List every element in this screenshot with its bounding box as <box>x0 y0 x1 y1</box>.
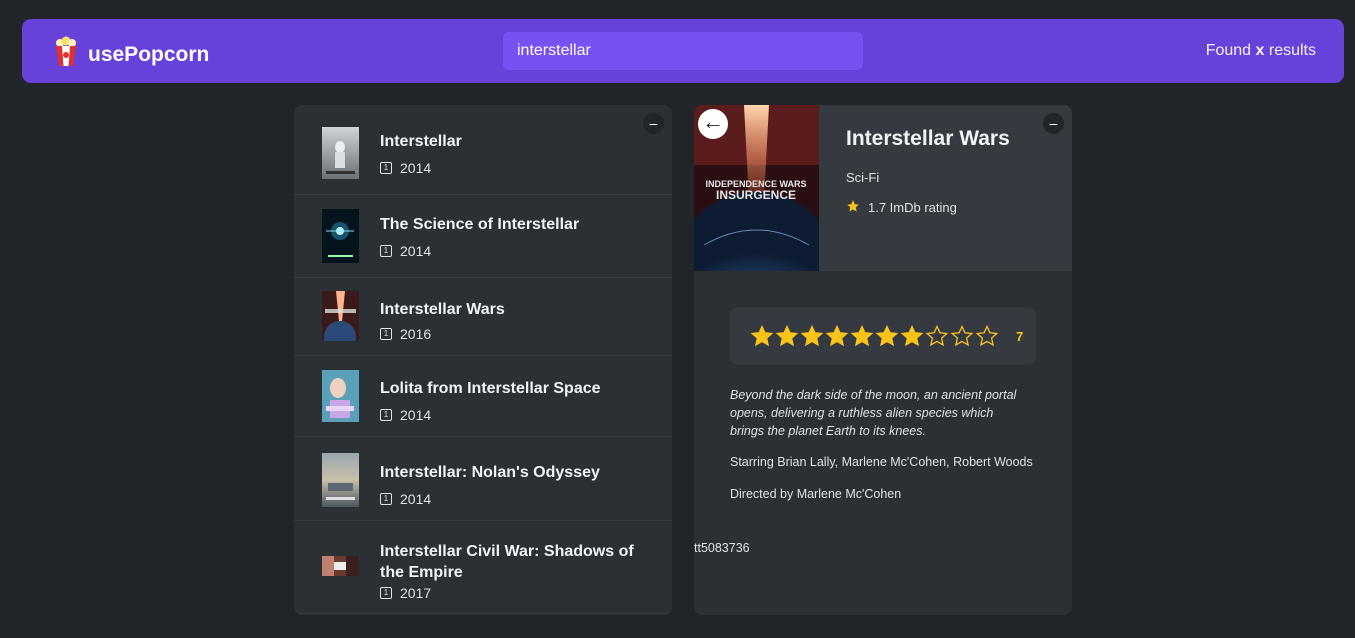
movie-title: The Science of Interstellar <box>380 216 580 233</box>
movie-list-box: – Interstellar 1 2014 The Science of Int… <box>294 105 672 615</box>
movie-poster <box>322 453 359 507</box>
movie-poster <box>322 291 359 353</box>
imdb-rating: 1.7 ImDb rating <box>846 199 957 216</box>
movie-year-value: 2014 <box>400 160 432 176</box>
movie-poster <box>322 370 359 422</box>
movie-year: 1 2014 <box>380 407 431 423</box>
popcorn-icon <box>54 36 78 73</box>
results-count: Found x results <box>1205 42 1316 59</box>
movie-title: Interstellar <box>380 133 462 150</box>
detail-genre: Sci-Fi <box>846 170 880 185</box>
collapse-detail-button[interactable]: – <box>1043 113 1064 134</box>
calendar-icon: 1 <box>380 162 392 174</box>
movie-list-item[interactable]: The Science of Interstellar 1 2014 <box>294 195 672 278</box>
star-filled-icon[interactable] <box>825 324 849 348</box>
calendar-icon: 1 <box>380 245 392 257</box>
movie-year: 1 2017 <box>380 585 431 601</box>
movie-list-item[interactable]: Lolita from Interstellar Space 1 2014 <box>294 356 672 437</box>
star-filled-icon[interactable] <box>800 324 824 348</box>
movie-year-value: 2016 <box>400 326 432 342</box>
movie-year: 1 2014 <box>380 243 431 259</box>
star-icon <box>846 199 860 216</box>
movie-list-item[interactable]: Interstellar: Nolan's Odyssey 1 2014 <box>294 437 672 521</box>
movie-year-value: 2014 <box>400 491 432 507</box>
star-empty-icon[interactable] <box>975 324 999 348</box>
star-rating[interactable] <box>750 324 999 348</box>
movie-year-value: 2017 <box>400 585 432 601</box>
detail-header: INDEPENDENCE WARS INSURGENCE ← Interstel… <box>694 105 1072 362</box>
star-filled-icon[interactable] <box>775 324 799 348</box>
star-empty-icon[interactable] <box>925 324 949 348</box>
movie-list-item[interactable]: Interstellar Wars 1 2016 <box>294 278 672 356</box>
movie-poster <box>322 556 359 576</box>
collapse-list-button[interactable]: – <box>643 113 664 134</box>
logo-text: usePopcorn <box>88 42 210 66</box>
back-button[interactable]: ← <box>698 109 728 139</box>
movie-year: 1 2014 <box>380 491 431 507</box>
movie-year: 1 2014 <box>380 160 431 176</box>
calendar-icon: 1 <box>380 328 392 340</box>
navbar: usePopcorn Found x results <box>22 19 1344 83</box>
imdb-rating-text: 1.7 ImDb rating <box>868 200 957 215</box>
movie-plot: Beyond the dark side of the moon, an anc… <box>730 388 1017 438</box>
star-filled-icon[interactable] <box>850 324 874 348</box>
star-empty-icon[interactable] <box>950 324 974 348</box>
calendar-icon: 1 <box>380 409 392 421</box>
movie-starring: Starring Brian Lally, Marlene Mc'Cohen, … <box>730 455 1033 469</box>
movie-director: Directed by Marlene Mc'Cohen <box>730 487 902 501</box>
poster-title-line-2: INSURGENCE <box>716 188 796 202</box>
star-filled-icon[interactable] <box>750 324 774 348</box>
movie-poster <box>322 127 359 179</box>
movie-title: Interstellar Wars <box>380 301 505 318</box>
user-rating-box: 7 <box>730 307 1036 365</box>
movie-year-value: 2014 <box>400 407 432 423</box>
star-filled-icon[interactable] <box>875 324 899 348</box>
calendar-icon: 1 <box>380 493 392 505</box>
movie-year: 1 2016 <box>380 326 431 342</box>
movie-poster <box>322 209 359 263</box>
movie-title: Interstellar: Nolan's Odyssey <box>380 464 600 481</box>
movie-year-value: 2014 <box>400 243 432 259</box>
detail-title: Interstellar Wars <box>846 127 1010 150</box>
user-rating-value: 7 <box>1016 328 1024 344</box>
search-input[interactable] <box>503 32 863 70</box>
movie-title: Lolita from Interstellar Space <box>380 380 601 397</box>
movie-list-item[interactable]: Interstellar 1 2014 <box>294 105 672 195</box>
movie-list-item[interactable]: Interstellar Civil War: Shadows of the E… <box>294 521 672 614</box>
calendar-icon: 1 <box>380 587 392 599</box>
movie-title: Interstellar Civil War: Shadows of the E… <box>380 543 634 581</box>
star-filled-icon[interactable] <box>900 324 924 348</box>
movie-detail-box: – INDEPENDENCE WARS INSURGENCE ← Interst… <box>694 105 1072 615</box>
imdb-id: tt5083736 <box>694 541 750 555</box>
logo: usePopcorn <box>54 36 209 73</box>
